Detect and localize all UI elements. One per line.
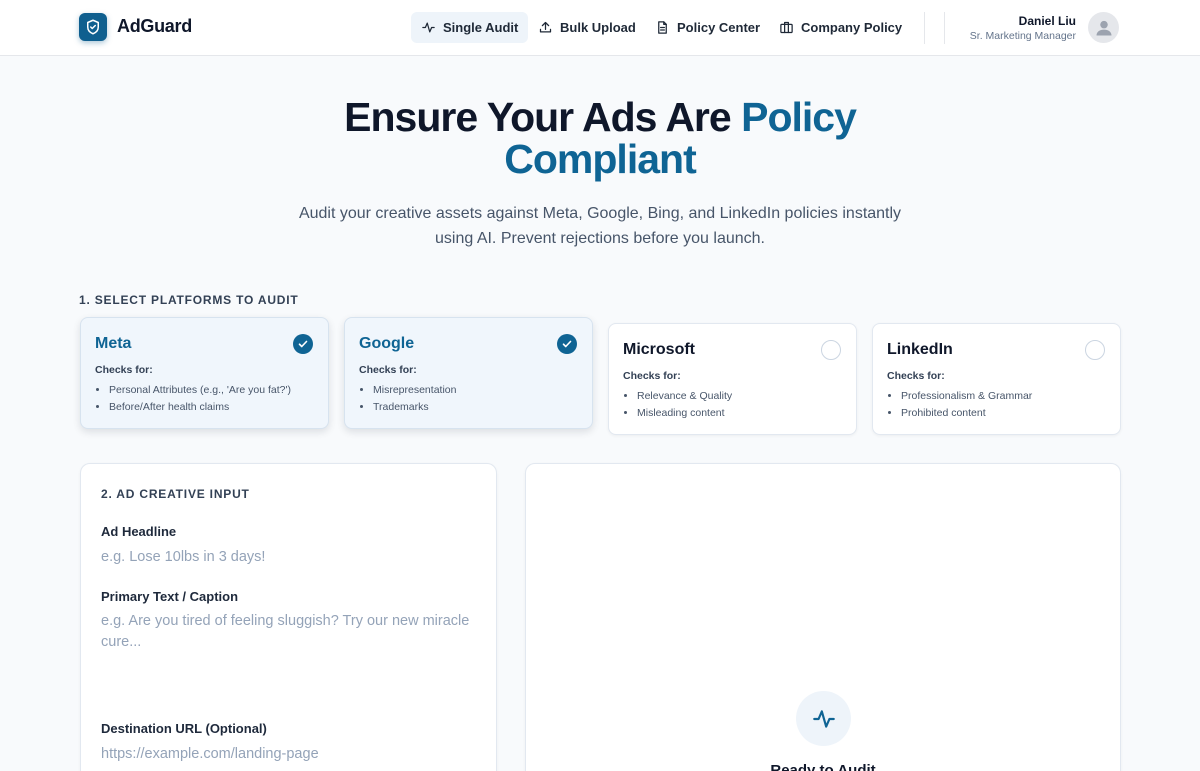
empty-circle-icon[interactable] [821,340,841,360]
title-accent: Policy [741,94,857,140]
top-header: AdGuard Single Audit Bulk Upload Policy … [0,0,1200,56]
check-item: Personal Attributes (e.g., 'Are you fat?… [109,382,291,399]
check-item: Relevance & Quality [637,388,732,405]
activity-icon [796,691,851,746]
section-label-platforms: 1. SELECT PLATFORMS TO AUDIT [79,293,299,307]
url-input[interactable] [101,743,481,765]
creative-input-panel: 2. AD CREATIVE INPUT Ad Headline Primary… [80,463,497,771]
document-icon [658,21,667,34]
check-item: Misrepresentation [373,382,456,399]
platform-card-linkedin[interactable]: LinkedIn Checks for: Professionalism & G… [872,323,1121,435]
divider [944,12,945,44]
user-icon [1096,20,1111,35]
nav-single-audit[interactable]: Single Audit [411,12,529,43]
checks-list: Misrepresentation Trademarks [373,382,456,416]
checks-list: Personal Attributes (e.g., 'Are you fat?… [109,382,291,416]
check-item: Before/After health claims [109,399,291,416]
avatar[interactable] [1088,12,1119,43]
nav-label: Policy Center [677,20,761,35]
platform-card-meta[interactable]: Meta Checks for: Personal Attributes (e.… [80,317,329,429]
platform-name: Microsoft [623,341,695,358]
page-title: Ensure Your Ads Are Policy Compliant [0,96,1200,180]
check-circle-icon[interactable] [293,334,313,354]
empty-circle-icon[interactable] [1085,340,1105,360]
headline-input[interactable] [101,546,481,568]
platform-card-google[interactable]: Google Checks for: Misrepresentation Tra… [344,317,593,429]
user-role: Sr. Marketing Manager [969,30,1076,42]
checks-list: Professionalism & Grammar Prohibited con… [901,388,1032,422]
upload-icon [539,21,552,33]
title-accent: Compliant [504,136,696,182]
user-name: Daniel Liu [1018,14,1076,28]
platform-name: LinkedIn [887,341,953,358]
platform-name: Meta [95,335,132,352]
nav-bulk-upload[interactable]: Bulk Upload [528,12,646,43]
checks-title: Checks for: [887,370,945,382]
headline-label: Ad Headline [101,524,177,539]
ready-status: Ready to Audit [770,762,876,771]
nav-label: Single Audit [443,20,519,35]
check-item: Trademarks [373,399,456,416]
divider [924,12,925,44]
checks-title: Checks for: [95,364,153,376]
results-panel: Ready to Audit [525,463,1121,771]
check-item: Prohibited content [901,405,1032,422]
brand-name[interactable]: AdGuard [117,16,192,37]
briefcase-icon [780,21,793,34]
page-subtitle: Audit your creative assets against Meta,… [298,205,902,247]
url-label: Destination URL (Optional) [101,721,267,736]
platform-card-microsoft[interactable]: Microsoft Checks for: Relevance & Qualit… [608,323,857,435]
checks-title: Checks for: [623,370,681,382]
nav-label: Bulk Upload [560,20,636,35]
primary-text-input[interactable] [101,611,481,701]
checks-title: Checks for: [359,364,417,376]
nav-policy-center[interactable]: Policy Center [645,12,770,43]
check-item: Misleading content [637,405,732,422]
nav-label: Company Policy [801,20,903,35]
platform-name: Google [359,335,415,352]
primary-text-label: Primary Text / Caption [101,589,239,604]
activity-icon [422,22,435,33]
check-circle-icon[interactable] [557,334,577,354]
checks-list: Relevance & Quality Misleading content [637,388,732,422]
check-item: Professionalism & Grammar [901,388,1032,405]
shield-logo-icon[interactable] [79,13,107,41]
section-label-creative: 2. AD CREATIVE INPUT [101,487,250,501]
title-text: Ensure Your Ads Are [344,94,732,140]
nav-company-policy[interactable]: Company Policy [769,12,912,43]
